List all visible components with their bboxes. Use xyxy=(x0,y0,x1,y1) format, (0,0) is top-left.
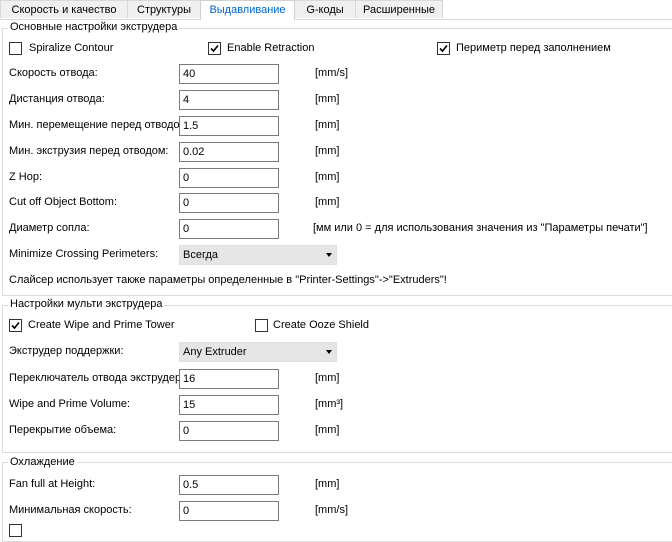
min-speed-label: Минимальная скорость: xyxy=(9,504,132,516)
wipe-tower-checkbox[interactable] xyxy=(9,319,22,332)
retract-speed-label: Скорость отвода: xyxy=(9,67,98,79)
support-extruder-select[interactable]: Any Extruder xyxy=(179,342,337,362)
min-extrusion-unit: [mm] xyxy=(315,145,340,157)
perimeter-first-checkbox[interactable] xyxy=(437,42,450,55)
min-speed-input[interactable]: 0 xyxy=(179,501,279,521)
switch-retract-label: Переключатель отвода экструдера: xyxy=(9,372,179,384)
tab-advanced[interactable]: Расширенные xyxy=(355,0,443,18)
cooling-group xyxy=(2,462,672,542)
fan-full-height-unit: [mm] xyxy=(315,478,340,490)
min-speed-unit: [mm/s] xyxy=(315,504,348,516)
cut-off-unit: [mm] xyxy=(315,196,340,208)
enable-retraction-label: Enable Retraction xyxy=(227,42,315,54)
z-hop-label: Z Hop: xyxy=(9,171,43,183)
wipe-volume-label: Wipe and Prime Volume: xyxy=(9,398,131,410)
tab-strip: Скорость и качество Структуры Выдавливан… xyxy=(0,0,672,20)
checkmark-icon xyxy=(210,44,219,53)
tab-gcodes[interactable]: G-коды xyxy=(294,0,356,18)
slicer-note: Слайсер использует также параметры опред… xyxy=(9,274,447,286)
minimize-crossing-label: Minimize Crossing Perimeters: xyxy=(9,248,159,260)
overlap-volume-label: Перекрытие объема: xyxy=(9,424,117,436)
min-travel-input[interactable]: 1.5 xyxy=(179,116,279,136)
chevron-down-icon xyxy=(326,350,332,354)
min-extrusion-input[interactable]: 0.02 xyxy=(179,142,279,162)
retract-distance-input[interactable]: 4 xyxy=(179,90,279,110)
switch-retract-input[interactable]: 16 xyxy=(179,369,279,389)
tab-speed-quality[interactable]: Скорость и качество xyxy=(0,0,128,18)
z-hop-input[interactable]: 0 xyxy=(179,168,279,188)
minimize-crossing-value: Всегда xyxy=(183,249,219,261)
ooze-shield-label: Create Ooze Shield xyxy=(273,319,369,331)
retract-speed-input[interactable]: 40 xyxy=(179,64,279,84)
minimize-crossing-select[interactable]: Всегда xyxy=(179,245,337,265)
overlap-volume-input[interactable]: 0 xyxy=(179,421,279,441)
cut-off-label: Cut off Object Bottom: xyxy=(9,196,118,208)
cooling-title: Охлаждение xyxy=(8,456,77,468)
overlap-volume-unit: [mm] xyxy=(315,424,340,436)
nozzle-diameter-label: Диаметр сопла: xyxy=(9,222,90,234)
multi-extruder-title: Настройки мульти экструдера xyxy=(8,298,165,310)
retract-distance-unit: [mm] xyxy=(315,93,340,105)
wipe-tower-label: Create Wipe and Prime Tower xyxy=(28,319,175,331)
wipe-volume-input[interactable]: 15 xyxy=(179,395,279,415)
wipe-volume-unit: [mm³] xyxy=(315,398,344,410)
retract-distance-label: Дистанция отвода: xyxy=(9,93,105,105)
fan-full-height-label: Fan full at Height: xyxy=(9,478,96,490)
min-travel-unit: [mm] xyxy=(315,119,340,131)
cut-off-input[interactable]: 0 xyxy=(179,193,279,213)
fan-full-height-input[interactable]: 0.5 xyxy=(179,475,279,495)
z-hop-unit: [mm] xyxy=(315,171,340,183)
tab-structures[interactable]: Структуры xyxy=(127,0,201,18)
checkmark-icon xyxy=(439,44,448,53)
spiralize-label: Spiralize Contour xyxy=(29,42,114,54)
min-travel-label: Мин. перемещение перед отводом: xyxy=(9,119,179,131)
perimeter-first-label: Периметр перед заполнением xyxy=(456,42,611,54)
retract-speed-unit: [mm/s] xyxy=(315,67,348,79)
chevron-down-icon xyxy=(326,253,332,257)
switch-retract-unit: [mm] xyxy=(315,372,340,384)
support-extruder-label: Экструдер поддержки: xyxy=(9,345,124,357)
min-extrusion-label: Мин. экструзия перед отводом: xyxy=(9,145,169,157)
partial-checkbox[interactable] xyxy=(9,524,22,537)
nozzle-diameter-input[interactable]: 0 xyxy=(179,219,279,239)
extruder-settings-title: Основные настройки экструдера xyxy=(8,21,180,33)
enable-retraction-checkbox[interactable] xyxy=(208,42,221,55)
ooze-shield-checkbox[interactable] xyxy=(255,319,268,332)
spiralize-checkbox[interactable] xyxy=(9,42,22,55)
nozzle-diameter-unit: [мм или 0 = для использования значения и… xyxy=(313,222,648,234)
tab-extrusion[interactable]: Выдавливание xyxy=(200,0,295,20)
support-extruder-value: Any Extruder xyxy=(183,346,247,358)
checkmark-icon xyxy=(11,321,20,330)
